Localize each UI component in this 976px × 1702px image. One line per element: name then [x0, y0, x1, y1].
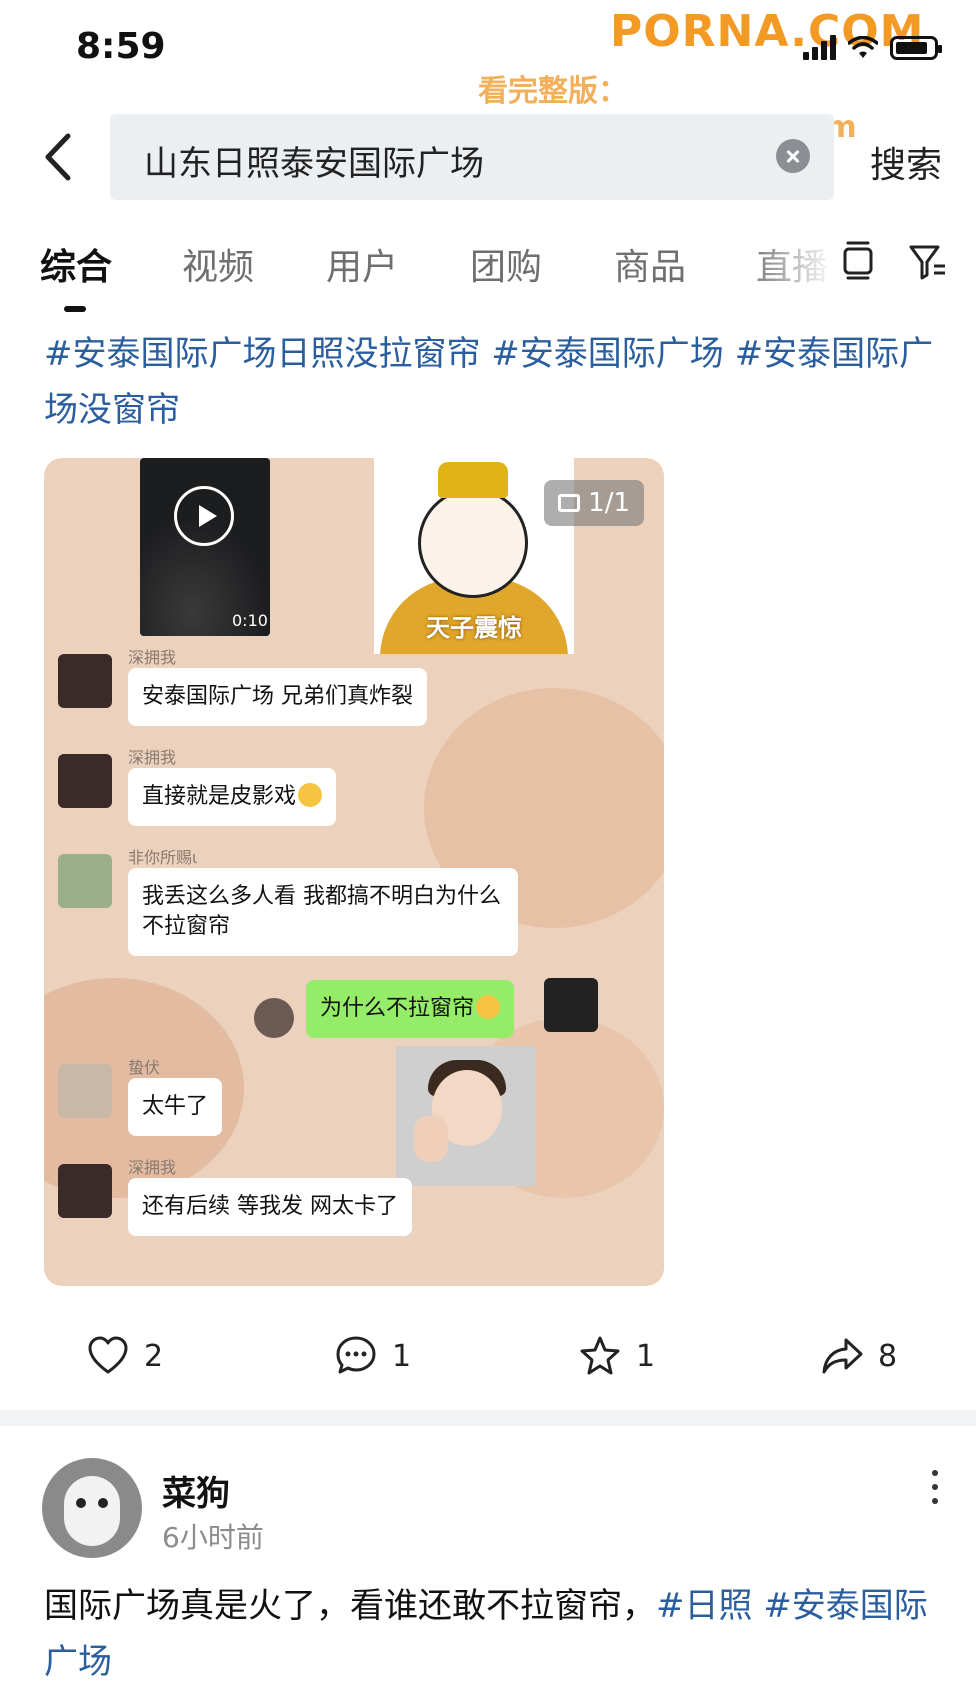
post-action-bar: 2 1 1 8: [0, 1328, 976, 1388]
status-bar: 8:59 PORNA.COM 看完整版：https://91wang75.com: [0, 0, 976, 145]
post-hashtags[interactable]: #安泰国际广场日照没拉窗帘 #安泰国际广场 #安泰国际广场没窗帘: [44, 326, 944, 438]
status-time: 8:59: [76, 26, 166, 67]
battery-icon: [890, 36, 942, 60]
status-icons: [803, 34, 942, 60]
chat-sender: 深拥我: [128, 1158, 177, 1177]
author-avatar[interactable]: [42, 1458, 142, 1558]
emoji-icon: [476, 995, 501, 1019]
more-options-icon[interactable]: [930, 1470, 940, 1504]
tab-users[interactable]: 用户: [326, 238, 398, 290]
search-query: 山东日照泰安国际广场: [144, 144, 484, 184]
video-thumbnail[interactable]: 0:10: [140, 458, 270, 636]
heart-icon: [88, 1336, 128, 1374]
tab-group-buy[interactable]: 团购: [470, 238, 542, 290]
chat-bubble: 直接就是皮影戏: [128, 768, 337, 826]
post-body: 国际广场真是火了，看谁还敢不拉窗帘，#日照 #安泰国际广场: [44, 1586, 928, 1682]
hashtag-link[interactable]: #日照: [656, 1586, 753, 1626]
star-icon: [580, 1336, 620, 1375]
share-arrow-icon: [822, 1338, 863, 1374]
gallery-icon: [558, 494, 581, 512]
post-image[interactable]: 0:10 天子震惊 1/1 深拥我 安泰国际广场 兄弟们真炸裂 深拥我 直接就是…: [44, 458, 664, 1286]
chat-bubble-self: 为什么不拉窗帘: [306, 980, 515, 1038]
comment-button[interactable]: 1: [334, 1334, 411, 1378]
comment-count: 1: [392, 1338, 412, 1374]
like-button[interactable]: 2: [86, 1334, 163, 1378]
tab-comprehensive[interactable]: 综合: [40, 238, 112, 290]
chat-bubble: 还有后续 等我发 网太卡了: [128, 1178, 412, 1236]
search-button[interactable]: 搜索: [870, 136, 942, 188]
chat-avatar: [58, 654, 112, 708]
chat-sender: 深拥我: [128, 648, 177, 667]
video-duration: 0:10: [232, 611, 268, 630]
favorite-count: 1: [636, 1338, 656, 1374]
tab-bar: 综合 视频 用户 团购 商品 直播: [0, 232, 976, 312]
play-icon[interactable]: [174, 486, 234, 546]
tab-video[interactable]: 视频: [182, 238, 254, 290]
share-count: 8: [878, 1338, 898, 1374]
filter-icon[interactable]: [908, 242, 948, 282]
emoji-icon: [298, 783, 323, 807]
chat-avatar: [58, 754, 112, 808]
wifi-icon: [848, 36, 878, 58]
chat-bubble: 太牛了: [128, 1078, 223, 1136]
layout-toggle-icon[interactable]: [840, 240, 876, 280]
active-tab-indicator: [64, 306, 86, 312]
clear-icon[interactable]: [776, 139, 810, 173]
favorite-button[interactable]: 1: [578, 1334, 655, 1378]
image-counter: 1/1: [544, 480, 644, 526]
meme-caption: 天子震惊: [426, 614, 522, 642]
comment-icon: [336, 1336, 376, 1374]
chat-avatar: [58, 1064, 112, 1118]
chat-sender: 蛰伏: [128, 1058, 161, 1077]
tab-products[interactable]: 商品: [614, 238, 686, 290]
chat-avatar: [58, 854, 112, 908]
chat-avatar: [544, 978, 598, 1032]
back-arrow-icon[interactable]: [40, 132, 80, 182]
share-button[interactable]: 8: [820, 1334, 897, 1378]
chat-sender: 非你所赐ι: [128, 848, 198, 867]
chat-bubble: 安泰国际广场 兄弟们真炸裂: [128, 668, 427, 726]
like-count: 2: [144, 1338, 164, 1374]
chat-bubble: 我丢这么多人看 我都搞不明白为什么不拉窗帘: [128, 868, 518, 956]
post-separator: [0, 1410, 976, 1426]
search-input[interactable]: 山东日照泰安国际广场: [110, 114, 834, 200]
thumbs-up-kid-sticker: [396, 1046, 536, 1186]
post-timestamp: 6小时前: [162, 1521, 264, 1554]
signal-icon: [803, 34, 836, 60]
author-name[interactable]: 菜狗: [162, 1466, 230, 1515]
chat-sender: 深拥我: [128, 748, 177, 767]
chat-avatar: [58, 1164, 112, 1218]
